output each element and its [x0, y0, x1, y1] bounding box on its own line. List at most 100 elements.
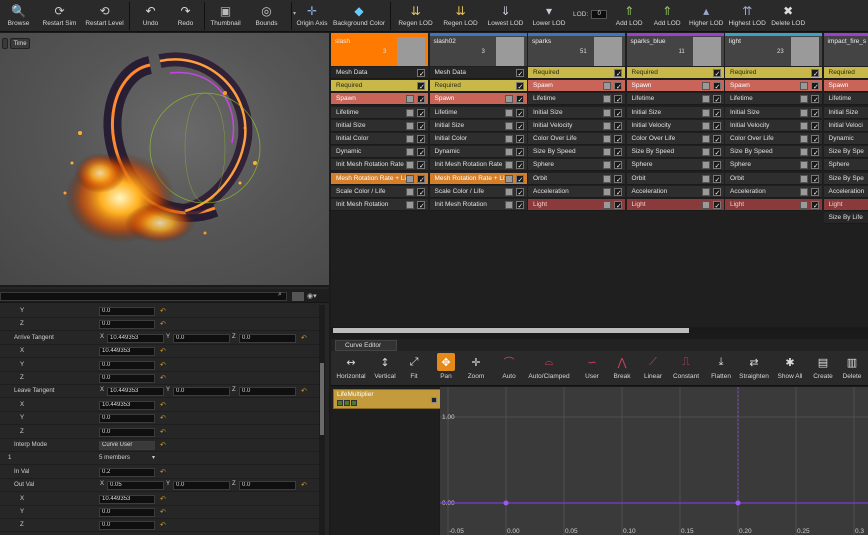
module-initial-color[interactable]: Initial Color: [331, 133, 428, 145]
module-enabled-checkbox[interactable]: [712, 160, 721, 170]
module-curve-toggle[interactable]: [800, 82, 808, 91]
module-curve-toggle[interactable]: [800, 187, 808, 196]
module-light[interactable]: Light: [725, 199, 822, 211]
module-enabled-checkbox[interactable]: [614, 94, 622, 104]
emitters-scrollbar-thumb[interactable]: [333, 328, 689, 333]
module-enabled-checkbox[interactable]: [417, 187, 425, 197]
module-sphere[interactable]: Sphere: [528, 159, 625, 172]
module-curve-toggle[interactable]: [406, 161, 414, 170]
property-value-field[interactable]: 0.0: [99, 320, 155, 330]
reset-arrow-icon[interactable]: ↶: [301, 387, 307, 395]
property-y-field[interactable]: 0.0: [173, 387, 230, 397]
module-enabled-checkbox[interactable]: [614, 160, 622, 170]
module-enabled-checkbox[interactable]: [811, 121, 819, 131]
module-curve-toggle[interactable]: [406, 121, 414, 130]
reset-arrow-icon[interactable]: ↶: [160, 347, 166, 355]
module-lifetime[interactable]: Lifetime: [823, 93, 868, 106]
module-enabled-checkbox[interactable]: [614, 147, 622, 157]
module-enabled-checkbox[interactable]: [417, 160, 425, 170]
module-curve-toggle[interactable]: [701, 201, 710, 209]
property-x-field[interactable]: 0.05: [107, 481, 164, 491]
module-sphere[interactable]: Sphere: [626, 159, 724, 172]
property-z-field[interactable]: 0.0: [239, 481, 296, 491]
module-size-by-speed[interactable]: Size By Speed: [528, 146, 625, 159]
curve-visibility-toggle[interactable]: [431, 397, 437, 403]
module-curve-toggle[interactable]: [701, 148, 710, 157]
lowest-lod-button[interactable]: ⇓ Lowest LOD: [483, 0, 528, 32]
restart-sim-button[interactable]: ⟳ Restart Sim: [37, 0, 82, 32]
bounds-button[interactable]: ◎ Bounds ▾: [244, 0, 296, 32]
module-init-mesh-rotation-rate[interactable]: Init Mesh Rotation Rate: [331, 159, 428, 172]
module-lifetime[interactable]: Lifetime: [725, 93, 822, 106]
interp-mode-dropdown[interactable]: Curve User: [99, 441, 155, 450]
module-curve-toggle[interactable]: [701, 95, 710, 104]
details-scrollbar-thumb[interactable]: [320, 363, 324, 435]
module-scale-color-life[interactable]: Scale Color / Life: [331, 185, 428, 198]
module-sphere[interactable]: Sphere: [823, 159, 868, 172]
property-value-field[interactable]: 0.0: [99, 427, 155, 437]
lower-lod-button[interactable]: ▾ Lower LOD: [528, 0, 570, 32]
property-x-field[interactable]: 10.449353: [107, 387, 164, 397]
module-initial-size[interactable]: Initial Size: [626, 106, 724, 119]
module-enabled-checkbox[interactable]: [712, 121, 721, 131]
module-initial-size[interactable]: Initial Size: [429, 119, 527, 132]
module-curve-toggle[interactable]: [800, 135, 808, 143]
emitter-header[interactable]: slash02 3: [429, 33, 527, 66]
module-light[interactable]: Light: [626, 199, 724, 211]
property-value-field[interactable]: 0.0: [99, 307, 155, 316]
constant-tool-button[interactable]: ⎍ Constant: [668, 353, 704, 380]
module-enabled-checkbox[interactable]: [614, 108, 622, 118]
property-value-field[interactable]: 10.449353: [99, 494, 155, 504]
module-initial-veloci[interactable]: Initial Veloci: [823, 119, 868, 132]
module-enabled-checkbox[interactable]: [614, 134, 622, 144]
property-y-field[interactable]: 0.0: [173, 481, 230, 491]
search-icon[interactable]: ⌕: [278, 291, 282, 299]
property-z-field[interactable]: 0.0: [239, 333, 296, 343]
reset-arrow-icon[interactable]: ↶: [160, 468, 166, 476]
property-value-field[interactable]: 10.449353: [99, 400, 155, 410]
module-enabled-checkbox[interactable]: [515, 160, 524, 170]
higher-lod-button[interactable]: ▴ Higher LOD: [686, 0, 726, 32]
module-curve-toggle[interactable]: [406, 135, 414, 143]
module-size-by-speed[interactable]: Size By Speed: [725, 146, 822, 159]
delete-tool-button[interactable]: ▥ Delete: [834, 353, 868, 381]
emitter-header[interactable]: impact_fire_s: [823, 33, 868, 66]
property-x-field[interactable]: 10.449353: [107, 333, 164, 343]
background-color-button[interactable]: ◆ Background Color: [330, 0, 388, 32]
module-scale-color-life[interactable]: Scale Color / Life: [429, 185, 527, 198]
module-acceleration[interactable]: Acceleration: [528, 185, 625, 198]
curve-editor-tab[interactable]: Curve Editor: [335, 340, 397, 351]
module-initial-velocity[interactable]: Initial Velocity: [725, 119, 822, 132]
module-init-mesh-rotation-rate[interactable]: Init Mesh Rotation Rate: [429, 159, 527, 172]
details-search-input[interactable]: [0, 292, 287, 301]
redo-button[interactable]: ↷ Redo: [169, 0, 202, 32]
curve-list-item[interactable]: LifeMultiplier: [333, 389, 441, 409]
module-enabled-checkbox[interactable]: [712, 200, 721, 210]
module-spawn[interactable]: Spawn: [626, 80, 724, 93]
module-enabled-checkbox[interactable]: [712, 134, 721, 144]
preview-viewport[interactable]: Time: [0, 33, 329, 285]
origin-axis-button[interactable]: ✛ Origin Axis: [294, 0, 330, 32]
module-curve-toggle[interactable]: [800, 121, 808, 130]
module-size-by-spe[interactable]: Size By Spe: [823, 172, 868, 185]
module-enabled-checkbox[interactable]: [811, 147, 819, 157]
module-curve-toggle[interactable]: [701, 161, 710, 170]
module-spawn[interactable]: Spawn: [331, 93, 428, 106]
module-enabled-checkbox[interactable]: [811, 187, 819, 197]
module-size-by-life[interactable]: Size By Life: [823, 212, 868, 225]
module-curve-toggle[interactable]: [504, 95, 513, 104]
module-curve-toggle[interactable]: [504, 174, 513, 183]
module-curve-toggle[interactable]: [603, 148, 611, 157]
property-y-field[interactable]: 0.0: [173, 333, 230, 343]
module-orbit[interactable]: Orbit: [626, 172, 724, 185]
property-value-field[interactable]: 0.0: [99, 414, 155, 424]
module-curve-toggle[interactable]: [603, 108, 611, 117]
module-enabled-checkbox[interactable]: [417, 200, 425, 210]
module-dynamic[interactable]: Dynamic: [331, 146, 428, 159]
module-mesh-rotation-rate-lif[interactable]: Mesh Rotation Rate + Lif: [429, 172, 527, 185]
zoom-tool-button[interactable]: ✛ Zoom: [458, 353, 494, 381]
reset-arrow-icon[interactable]: ↶: [160, 361, 166, 369]
show-all-tool-button[interactable]: ✱ Show All: [772, 353, 808, 381]
details-scrollbar[interactable]: [319, 305, 325, 535]
module-enabled-checkbox[interactable]: [712, 147, 721, 157]
